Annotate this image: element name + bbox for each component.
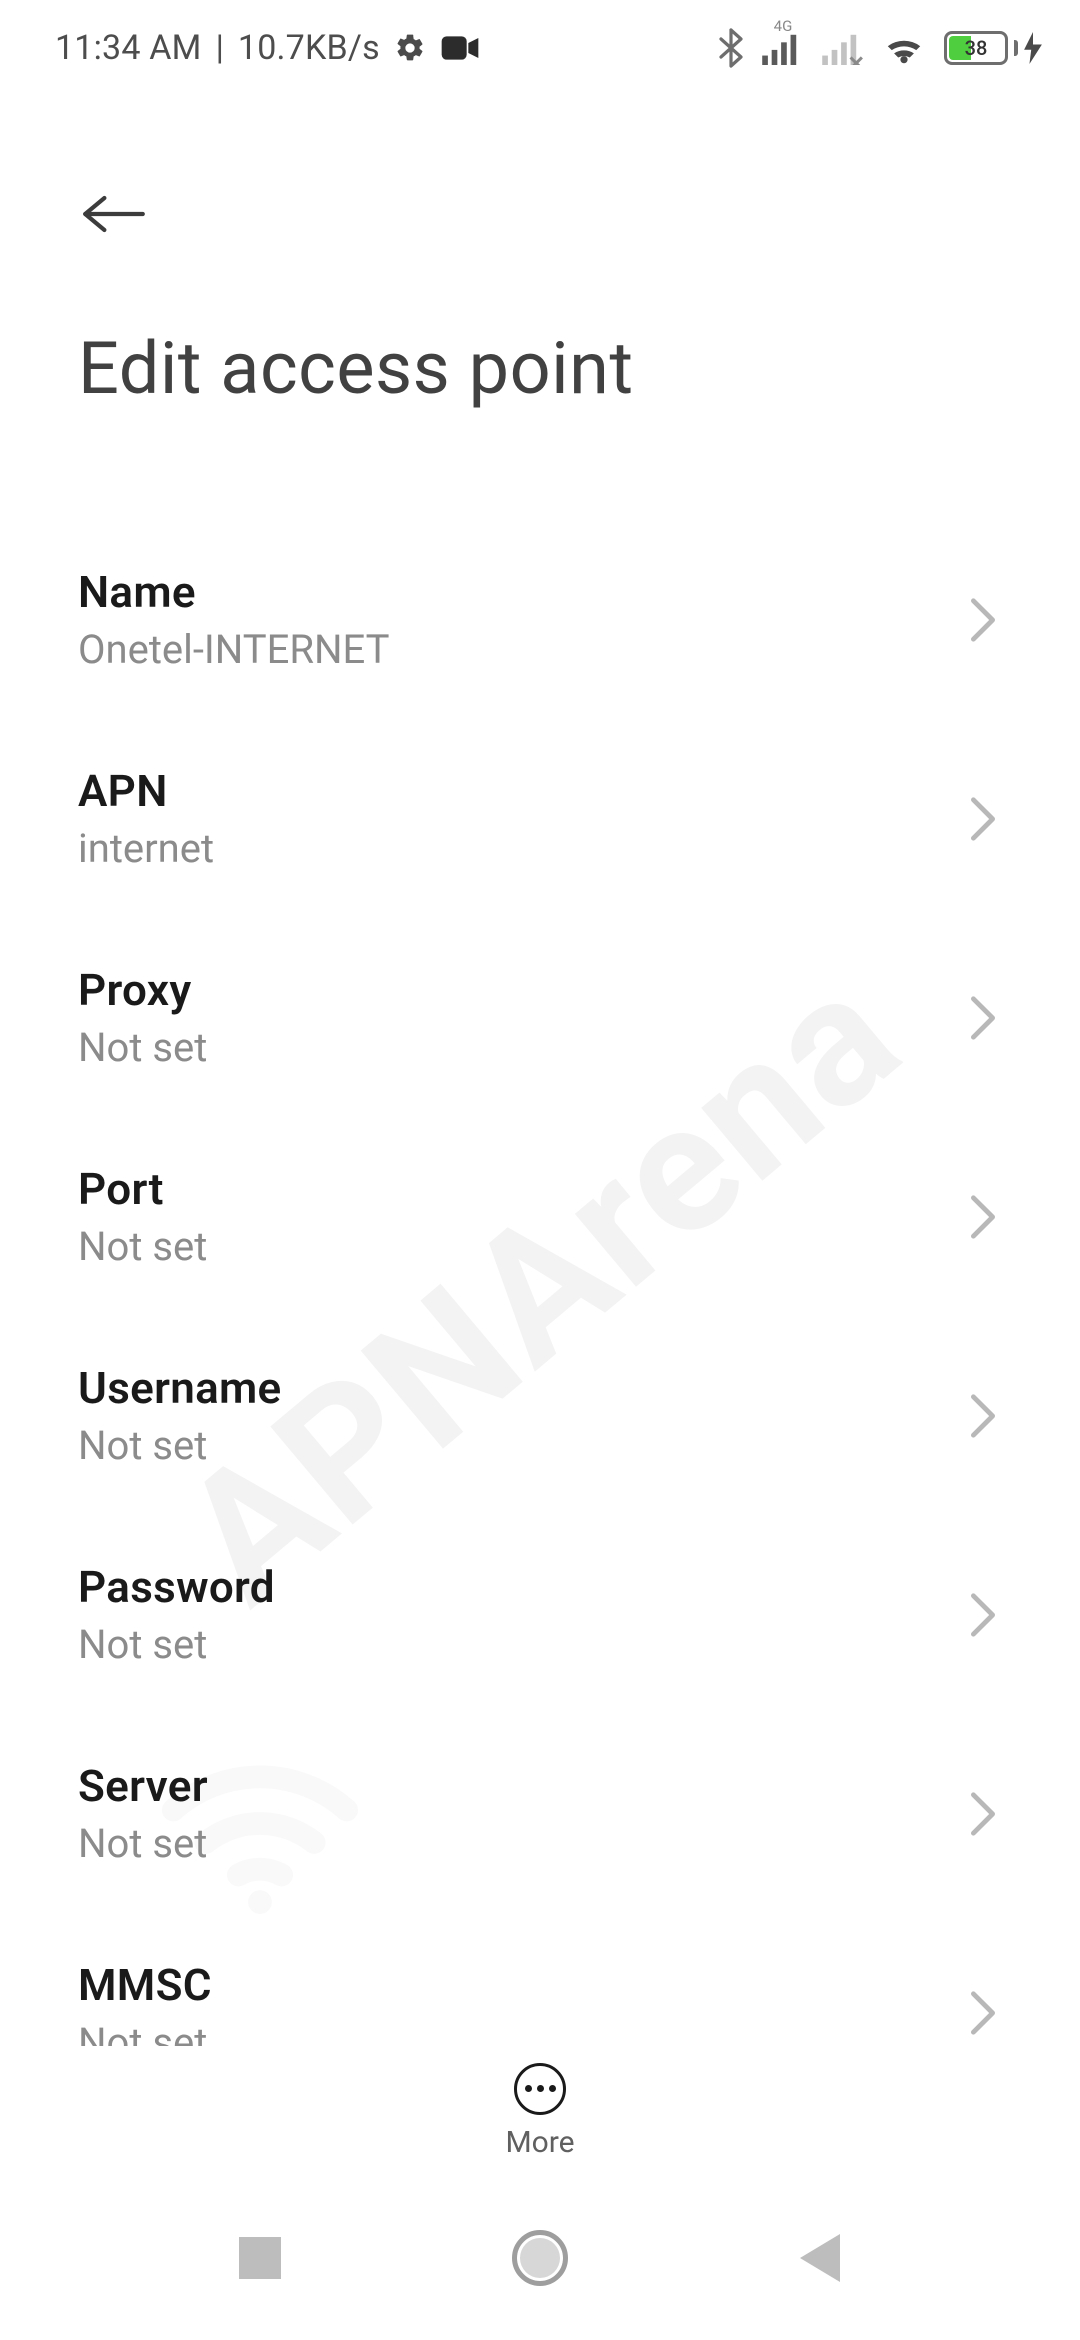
setting-item-title: APN [78,765,214,817]
status-left: 11:34 AM | 10.7KB/s [55,28,480,68]
setting-item-password[interactable]: Password Not set [78,1517,1002,1716]
navigation-bar [0,2176,1080,2340]
network-type-label: 4G [774,17,793,35]
nav-recents-button[interactable] [200,2198,320,2318]
back-button[interactable] [82,186,150,242]
setting-item-port[interactable]: Port Not set [78,1119,1002,1318]
setting-item-value: Not set [78,1422,282,1469]
setting-item-username[interactable]: Username Not set [78,1318,1002,1517]
setting-item-name[interactable]: Name Onetel-INTERNET [78,522,1002,721]
setting-item-title: Name [78,566,390,618]
setting-item-value: Not set [78,2019,212,2046]
setting-item-value: Not set [78,1621,275,1668]
circle-icon [512,2230,568,2286]
setting-item-title: Proxy [78,964,207,1016]
chevron-right-icon [968,1790,1002,1838]
nav-home-button[interactable] [480,2198,600,2318]
square-icon [239,2237,281,2279]
setting-item-value: Not set [78,1024,207,1071]
video-icon [440,34,480,62]
gear-icon [394,32,426,64]
setting-item-title: Port [78,1163,207,1215]
signal-2-icon [822,31,864,65]
status-right: 4G 38 [718,28,1042,68]
setting-item-title: Server [78,1760,208,1812]
setting-item-value: Not set [78,1820,208,1867]
setting-item-value: Onetel-INTERNET [78,626,390,673]
setting-item-title: Password [78,1561,275,1613]
setting-item-apn[interactable]: APN internet [78,721,1002,920]
chevron-right-icon [968,1591,1002,1639]
charging-icon [1024,32,1042,64]
chevron-right-icon [968,596,1002,644]
bluetooth-icon [718,28,744,68]
chevron-right-icon [968,1989,1002,2037]
more-icon [514,2063,566,2115]
settings-list-container: Name Onetel-INTERNET APN internet Proxy … [0,522,1080,2046]
chevron-right-icon [968,795,1002,843]
app-header: Edit access point [0,96,1080,411]
chevron-right-icon [968,1392,1002,1440]
setting-item-proxy[interactable]: Proxy Not set [78,920,1002,1119]
setting-item-mmsc[interactable]: MMSC Not set [78,1915,1002,2046]
more-button[interactable]: More [0,2046,1080,2176]
status-time: 11:34 AM [55,28,202,68]
more-label: More [505,2125,574,2160]
nav-back-button[interactable] [760,2198,880,2318]
setting-item-title: MMSC [78,1959,212,2011]
setting-item-value: Not set [78,1223,207,1270]
setting-item-title: Username [78,1362,282,1414]
signal-1-icon: 4G [762,31,804,65]
page-title: Edit access point [78,326,1002,411]
wifi-icon [882,30,926,66]
chevron-right-icon [968,994,1002,1042]
battery-icon: 38 [944,31,1042,65]
setting-item-server[interactable]: Server Not set [78,1716,1002,1915]
setting-item-value: internet [78,825,214,872]
triangle-left-icon [800,2234,840,2282]
chevron-right-icon [968,1193,1002,1241]
battery-percent: 38 [965,36,988,60]
status-bar: 11:34 AM | 10.7KB/s 4G 38 [0,0,1080,96]
status-net-speed: 10.7KB/s [238,28,380,68]
arrow-left-icon [82,192,146,236]
